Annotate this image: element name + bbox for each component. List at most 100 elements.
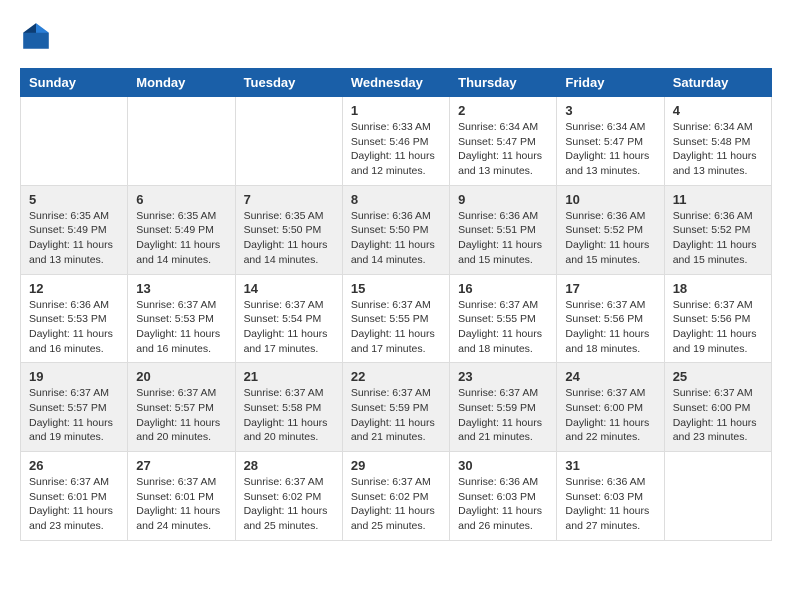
logo-icon xyxy=(20,20,52,52)
day-info: Sunrise: 6:34 AM Sunset: 5:47 PM Dayligh… xyxy=(458,120,548,179)
calendar-cell: 27 Sunrise: 6:37 AM Sunset: 6:01 PM Dayli… xyxy=(128,452,235,541)
calendar-cell: 8 Sunrise: 6:36 AM Sunset: 5:50 PM Daylig… xyxy=(342,185,449,274)
day-number: 13 xyxy=(136,281,226,296)
day-number: 26 xyxy=(29,458,119,473)
calendar-cell: 3Sunrise: 6:34 AM Sunset: 5:47 PM Daylig… xyxy=(557,97,664,186)
calendar-cell: 9Sunrise: 6:36 AM Sunset: 5:51 PM Daylig… xyxy=(450,185,557,274)
header-wednesday: Wednesday xyxy=(342,69,449,97)
day-info: Sunrise: 6:37 AM Sunset: 5:53 PM Dayligh… xyxy=(136,298,226,357)
day-number: 29 xyxy=(351,458,441,473)
calendar-cell: 25 Sunrise: 6:37 AM Sunset: 6:00 PM Dayli… xyxy=(664,363,771,452)
day-number: 14 xyxy=(244,281,334,296)
day-info: Sunrise: 6:37 AM Sunset: 5:58 PM Dayligh… xyxy=(244,386,334,445)
day-info: Sunrise: 6:36 AM Sunset: 5:52 PM Dayligh… xyxy=(673,209,763,268)
day-info: Sunrise: 6:36 AM Sunset: 5:53 PM Dayligh… xyxy=(29,298,119,357)
calendar-cell: 28 Sunrise: 6:37 AM Sunset: 6:02 PM Dayli… xyxy=(235,452,342,541)
calendar-cell: 24 Sunrise: 6:37 AM Sunset: 6:00 PM Dayli… xyxy=(557,363,664,452)
calendar-cell: 26 Sunrise: 6:37 AM Sunset: 6:01 PM Dayli… xyxy=(21,452,128,541)
logo xyxy=(20,20,56,52)
day-number: 8 xyxy=(351,192,441,207)
day-number: 1 xyxy=(351,103,441,118)
day-number: 7 xyxy=(244,192,334,207)
day-number: 12 xyxy=(29,281,119,296)
calendar-cell: 19 Sunrise: 6:37 AM Sunset: 5:57 PM Dayli… xyxy=(21,363,128,452)
calendar-cell: 4 Sunrise: 6:34 AM Sunset: 5:48 PM Daylig… xyxy=(664,97,771,186)
header-tuesday: Tuesday xyxy=(235,69,342,97)
day-number: 24 xyxy=(565,369,655,384)
day-number: 28 xyxy=(244,458,334,473)
day-info: Sunrise: 6:35 AM Sunset: 5:49 PM Dayligh… xyxy=(29,209,119,268)
calendar-cell xyxy=(128,97,235,186)
calendar-cell: 16 Sunrise: 6:37 AM Sunset: 5:55 PM Dayli… xyxy=(450,274,557,363)
calendar-cell: 20Sunrise: 6:37 AM Sunset: 5:57 PM Dayli… xyxy=(128,363,235,452)
calendar-cell: 11Sunrise: 6:36 AM Sunset: 5:52 PM Dayli… xyxy=(664,185,771,274)
header-saturday: Saturday xyxy=(664,69,771,97)
day-info: Sunrise: 6:37 AM Sunset: 5:56 PM Dayligh… xyxy=(673,298,763,357)
calendar-table: SundayMondayTuesdayWednesdayThursdayFrid… xyxy=(20,68,772,541)
day-info: Sunrise: 6:36 AM Sunset: 5:52 PM Dayligh… xyxy=(565,209,655,268)
day-number: 3 xyxy=(565,103,655,118)
day-info: Sunrise: 6:37 AM Sunset: 5:59 PM Dayligh… xyxy=(458,386,548,445)
day-info: Sunrise: 6:37 AM Sunset: 5:57 PM Dayligh… xyxy=(136,386,226,445)
day-info: Sunrise: 6:37 AM Sunset: 6:01 PM Dayligh… xyxy=(29,475,119,534)
day-info: Sunrise: 6:37 AM Sunset: 6:00 PM Dayligh… xyxy=(673,386,763,445)
day-info: Sunrise: 6:36 AM Sunset: 6:03 PM Dayligh… xyxy=(458,475,548,534)
day-number: 22 xyxy=(351,369,441,384)
day-number: 4 xyxy=(673,103,763,118)
day-info: Sunrise: 6:36 AM Sunset: 5:50 PM Dayligh… xyxy=(351,209,441,268)
day-info: Sunrise: 6:37 AM Sunset: 5:56 PM Dayligh… xyxy=(565,298,655,357)
day-info: Sunrise: 6:37 AM Sunset: 5:55 PM Dayligh… xyxy=(351,298,441,357)
header-monday: Monday xyxy=(128,69,235,97)
day-number: 21 xyxy=(244,369,334,384)
calendar-cell: 22 Sunrise: 6:37 AM Sunset: 5:59 PM Dayli… xyxy=(342,363,449,452)
day-number: 31 xyxy=(565,458,655,473)
day-info: Sunrise: 6:37 AM Sunset: 5:54 PM Dayligh… xyxy=(244,298,334,357)
day-number: 15 xyxy=(351,281,441,296)
calendar-cell xyxy=(21,97,128,186)
day-info: Sunrise: 6:33 AM Sunset: 5:46 PM Dayligh… xyxy=(351,120,441,179)
day-number: 30 xyxy=(458,458,548,473)
day-number: 27 xyxy=(136,458,226,473)
day-number: 25 xyxy=(673,369,763,384)
calendar-cell: 2 Sunrise: 6:34 AM Sunset: 5:47 PM Daylig… xyxy=(450,97,557,186)
calendar-cell: 13 Sunrise: 6:37 AM Sunset: 5:53 PM Dayli… xyxy=(128,274,235,363)
day-info: Sunrise: 6:34 AM Sunset: 5:48 PM Dayligh… xyxy=(673,120,763,179)
day-info: Sunrise: 6:37 AM Sunset: 6:00 PM Dayligh… xyxy=(565,386,655,445)
calendar-cell: 5 Sunrise: 6:35 AM Sunset: 5:49 PM Daylig… xyxy=(21,185,128,274)
page-header xyxy=(20,20,772,52)
day-info: Sunrise: 6:37 AM Sunset: 6:02 PM Dayligh… xyxy=(244,475,334,534)
calendar-week-2: 5 Sunrise: 6:35 AM Sunset: 5:49 PM Daylig… xyxy=(21,185,772,274)
day-number: 19 xyxy=(29,369,119,384)
day-info: Sunrise: 6:37 AM Sunset: 6:01 PM Dayligh… xyxy=(136,475,226,534)
calendar-cell: 7 Sunrise: 6:35 AM Sunset: 5:50 PM Daylig… xyxy=(235,185,342,274)
calendar-cell: 14 Sunrise: 6:37 AM Sunset: 5:54 PM Dayli… xyxy=(235,274,342,363)
calendar-week-5: 26 Sunrise: 6:37 AM Sunset: 6:01 PM Dayli… xyxy=(21,452,772,541)
calendar-cell: 31 Sunrise: 6:36 AM Sunset: 6:03 PM Dayli… xyxy=(557,452,664,541)
calendar-cell xyxy=(664,452,771,541)
day-info: Sunrise: 6:35 AM Sunset: 5:49 PM Dayligh… xyxy=(136,209,226,268)
day-number: 16 xyxy=(458,281,548,296)
calendar-cell: 1 Sunrise: 6:33 AM Sunset: 5:46 PM Daylig… xyxy=(342,97,449,186)
header-friday: Friday xyxy=(557,69,664,97)
calendar-cell: 30 Sunrise: 6:36 AM Sunset: 6:03 PM Dayli… xyxy=(450,452,557,541)
day-number: 23 xyxy=(458,369,548,384)
calendar-header-row: SundayMondayTuesdayWednesdayThursdayFrid… xyxy=(21,69,772,97)
header-thursday: Thursday xyxy=(450,69,557,97)
day-number: 18 xyxy=(673,281,763,296)
calendar-cell: 29Sunrise: 6:37 AM Sunset: 6:02 PM Dayli… xyxy=(342,452,449,541)
day-info: Sunrise: 6:37 AM Sunset: 5:59 PM Dayligh… xyxy=(351,386,441,445)
calendar-cell: 17Sunrise: 6:37 AM Sunset: 5:56 PM Dayli… xyxy=(557,274,664,363)
day-number: 10 xyxy=(565,192,655,207)
calendar-week-1: 1 Sunrise: 6:33 AM Sunset: 5:46 PM Daylig… xyxy=(21,97,772,186)
calendar-cell: 6 Sunrise: 6:35 AM Sunset: 5:49 PM Daylig… xyxy=(128,185,235,274)
day-number: 2 xyxy=(458,103,548,118)
day-number: 5 xyxy=(29,192,119,207)
day-info: Sunrise: 6:35 AM Sunset: 5:50 PM Dayligh… xyxy=(244,209,334,268)
header-sunday: Sunday xyxy=(21,69,128,97)
calendar-week-4: 19 Sunrise: 6:37 AM Sunset: 5:57 PM Dayli… xyxy=(21,363,772,452)
day-info: Sunrise: 6:36 AM Sunset: 6:03 PM Dayligh… xyxy=(565,475,655,534)
day-number: 6 xyxy=(136,192,226,207)
day-info: Sunrise: 6:37 AM Sunset: 5:55 PM Dayligh… xyxy=(458,298,548,357)
day-info: Sunrise: 6:36 AM Sunset: 5:51 PM Dayligh… xyxy=(458,209,548,268)
day-info: Sunrise: 6:37 AM Sunset: 5:57 PM Dayligh… xyxy=(29,386,119,445)
